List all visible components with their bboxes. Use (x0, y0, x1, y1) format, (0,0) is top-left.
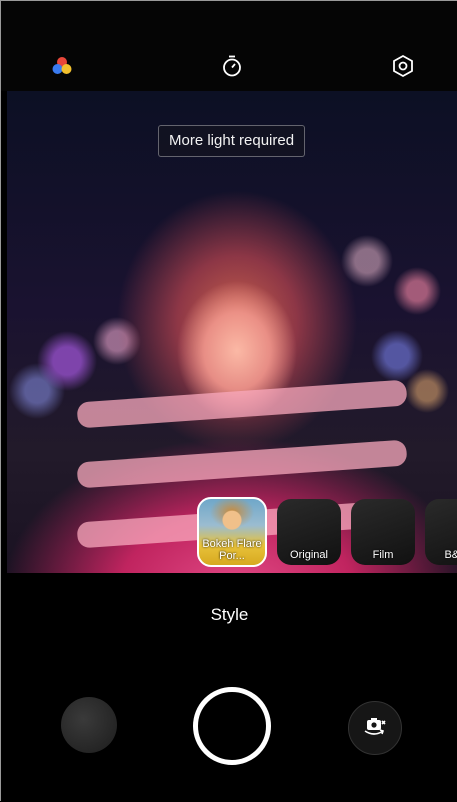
style-label: B&W (444, 549, 457, 561)
shutter-button[interactable] (193, 687, 271, 765)
style-tile-bw[interactable]: B&W (425, 499, 457, 565)
sweater-stripe (76, 379, 408, 429)
mode-label[interactable]: Style (1, 605, 457, 625)
low-light-toast: More light required (158, 125, 306, 157)
timer-icon[interactable] (219, 53, 245, 79)
settings-icon[interactable] (390, 53, 416, 79)
sweater-stripe (76, 439, 408, 489)
gallery-thumbnail[interactable] (61, 697, 117, 753)
style-tile-original[interactable]: Original (277, 499, 341, 565)
switch-camera-button[interactable] (348, 701, 402, 755)
style-label: Original (290, 549, 328, 561)
style-tile-film[interactable]: Film (351, 499, 415, 565)
style-label: Film (372, 549, 394, 561)
style-carousel[interactable]: Bokeh Flare Por... Original Film B&W (197, 497, 457, 567)
top-toolbar (1, 1, 457, 91)
style-label: Bokeh Flare Por... (202, 538, 262, 562)
camera-viewfinder[interactable]: More light required Bokeh Flare Por... O… (7, 91, 457, 573)
camera-app: More light required Bokeh Flare Por... O… (0, 0, 457, 802)
filter-color-icon[interactable] (49, 53, 75, 79)
bottom-controls: Style (1, 573, 457, 802)
style-tile-bokeh-flare[interactable]: Bokeh Flare Por... (197, 497, 267, 567)
switch-camera-icon (361, 712, 389, 745)
